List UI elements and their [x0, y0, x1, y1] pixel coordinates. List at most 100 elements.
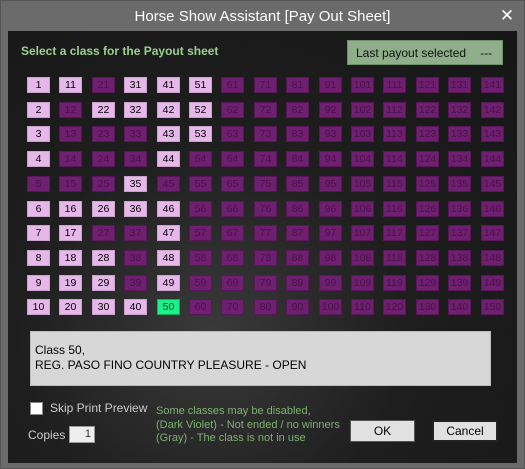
class-button-46[interactable]: 46: [157, 201, 180, 217]
class-button-64[interactable]: 64: [221, 151, 244, 167]
class-button-88[interactable]: 88: [286, 250, 309, 266]
class-button-67[interactable]: 67: [221, 225, 244, 241]
class-button-23[interactable]: 23: [92, 126, 115, 142]
class-button-20[interactable]: 20: [59, 299, 82, 315]
class-button-135[interactable]: 135: [448, 176, 471, 192]
class-button-24[interactable]: 24: [92, 151, 115, 167]
class-button-115[interactable]: 115: [383, 176, 406, 192]
class-button-110[interactable]: 110: [351, 299, 374, 315]
class-button-31[interactable]: 31: [124, 77, 147, 93]
class-button-87[interactable]: 87: [286, 225, 309, 241]
class-button-57[interactable]: 57: [189, 225, 212, 241]
class-button-144[interactable]: 144: [481, 151, 504, 167]
class-button-129[interactable]: 129: [416, 275, 439, 291]
class-button-136[interactable]: 136: [448, 201, 471, 217]
class-button-107[interactable]: 107: [351, 225, 374, 241]
class-button-10[interactable]: 10: [27, 299, 50, 315]
class-button-116[interactable]: 116: [383, 201, 406, 217]
class-button-8[interactable]: 8: [27, 250, 50, 266]
ok-button[interactable]: OK: [350, 420, 415, 442]
class-button-44[interactable]: 44: [157, 151, 180, 167]
class-button-76[interactable]: 76: [254, 201, 277, 217]
class-button-47[interactable]: 47: [157, 225, 180, 241]
class-button-6[interactable]: 6: [27, 201, 50, 217]
class-button-18[interactable]: 18: [59, 250, 82, 266]
class-button-132[interactable]: 132: [448, 102, 471, 118]
class-button-120[interactable]: 120: [383, 299, 406, 315]
class-button-29[interactable]: 29: [92, 275, 115, 291]
skip-print-preview-checkbox[interactable]: [30, 401, 43, 415]
class-button-111[interactable]: 111: [383, 77, 406, 93]
class-button-119[interactable]: 119: [383, 275, 406, 291]
class-button-134[interactable]: 134: [448, 151, 471, 167]
class-button-89[interactable]: 89: [286, 275, 309, 291]
class-button-1[interactable]: 1: [27, 77, 50, 93]
class-button-106[interactable]: 106: [351, 201, 374, 217]
class-button-137[interactable]: 137: [448, 225, 471, 241]
class-button-117[interactable]: 117: [383, 225, 406, 241]
class-button-13[interactable]: 13: [59, 126, 82, 142]
class-button-145[interactable]: 145: [481, 176, 504, 192]
class-button-140[interactable]: 140: [448, 299, 471, 315]
class-button-40[interactable]: 40: [124, 299, 147, 315]
class-button-98[interactable]: 98: [319, 250, 342, 266]
class-button-52[interactable]: 52: [189, 102, 212, 118]
class-button-33[interactable]: 33: [124, 126, 147, 142]
class-button-34[interactable]: 34: [124, 151, 147, 167]
class-button-27[interactable]: 27: [92, 225, 115, 241]
class-button-65[interactable]: 65: [221, 176, 244, 192]
class-button-146[interactable]: 146: [481, 201, 504, 217]
class-button-93[interactable]: 93: [319, 126, 342, 142]
class-button-68[interactable]: 68: [221, 250, 244, 266]
class-button-139[interactable]: 139: [448, 275, 471, 291]
class-button-90[interactable]: 90: [286, 299, 309, 315]
class-button-21[interactable]: 21: [92, 77, 115, 93]
class-button-126[interactable]: 126: [416, 201, 439, 217]
class-button-133[interactable]: 133: [448, 126, 471, 142]
class-button-101[interactable]: 101: [351, 77, 374, 93]
class-button-102[interactable]: 102: [351, 102, 374, 118]
class-button-51[interactable]: 51: [189, 77, 212, 93]
class-button-19[interactable]: 19: [59, 275, 82, 291]
class-button-48[interactable]: 48: [157, 250, 180, 266]
class-button-113[interactable]: 113: [383, 126, 406, 142]
class-button-36[interactable]: 36: [124, 201, 147, 217]
class-button-130[interactable]: 130: [416, 299, 439, 315]
close-icon[interactable]: ✕: [498, 7, 516, 25]
class-button-2[interactable]: 2: [27, 102, 50, 118]
class-button-95[interactable]: 95: [319, 176, 342, 192]
class-button-148[interactable]: 148: [481, 250, 504, 266]
class-button-86[interactable]: 86: [286, 201, 309, 217]
class-button-3[interactable]: 3: [27, 126, 50, 142]
class-button-123[interactable]: 123: [416, 126, 439, 142]
class-button-114[interactable]: 114: [383, 151, 406, 167]
class-button-112[interactable]: 112: [383, 102, 406, 118]
class-button-58[interactable]: 58: [189, 250, 212, 266]
class-button-121[interactable]: 121: [416, 77, 439, 93]
class-button-45[interactable]: 45: [157, 176, 180, 192]
class-button-28[interactable]: 28: [92, 250, 115, 266]
class-button-59[interactable]: 59: [189, 275, 212, 291]
class-button-5[interactable]: 5: [27, 176, 50, 192]
class-button-96[interactable]: 96: [319, 201, 342, 217]
class-button-75[interactable]: 75: [254, 176, 277, 192]
class-button-83[interactable]: 83: [286, 126, 309, 142]
class-button-30[interactable]: 30: [92, 299, 115, 315]
class-button-50[interactable]: 50: [157, 299, 180, 315]
class-button-124[interactable]: 124: [416, 151, 439, 167]
class-button-94[interactable]: 94: [319, 151, 342, 167]
class-button-26[interactable]: 26: [92, 201, 115, 217]
class-button-17[interactable]: 17: [59, 225, 82, 241]
class-button-105[interactable]: 105: [351, 176, 374, 192]
class-button-138[interactable]: 138: [448, 250, 471, 266]
class-button-60[interactable]: 60: [189, 299, 212, 315]
class-button-97[interactable]: 97: [319, 225, 342, 241]
class-button-79[interactable]: 79: [254, 275, 277, 291]
class-button-73[interactable]: 73: [254, 126, 277, 142]
skip-print-preview[interactable]: Skip Print Preview: [30, 401, 147, 415]
class-button-149[interactable]: 149: [481, 275, 504, 291]
class-button-38[interactable]: 38: [124, 250, 147, 266]
class-button-32[interactable]: 32: [124, 102, 147, 118]
class-button-35[interactable]: 35: [124, 176, 147, 192]
class-button-39[interactable]: 39: [124, 275, 147, 291]
